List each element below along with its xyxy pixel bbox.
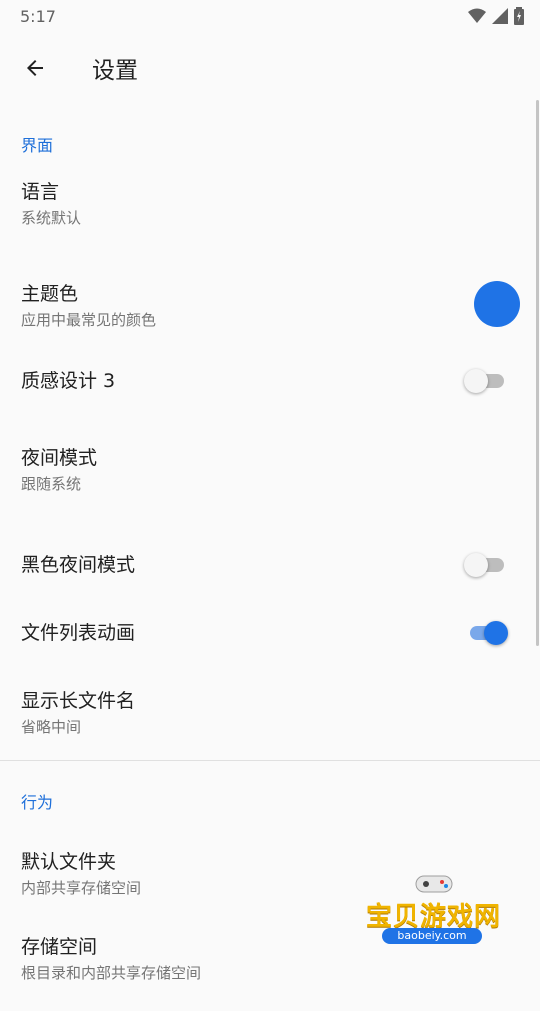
pref-title: 默认文件夹	[21, 850, 117, 873]
pref-title: 质感设计 3	[21, 369, 116, 392]
pref-summary: 省略中间	[21, 717, 82, 736]
gamepad-icon	[415, 875, 453, 893]
status-icons	[468, 7, 524, 25]
status-time: 5:17	[20, 6, 56, 26]
switch-thumb	[484, 621, 508, 645]
switch-thumb	[464, 369, 488, 393]
pref-title: 存储空间	[21, 935, 98, 958]
pref-summary: 跟随系统	[21, 474, 82, 493]
pref-title: 语言	[21, 180, 60, 203]
pref-file-list-animation[interactable]: 文件列表动画	[0, 598, 540, 660]
pref-title: 夜间模式	[21, 446, 98, 469]
watermark-url: baobeiy.com	[382, 928, 482, 944]
pref-title: 黑色夜间模式	[21, 553, 136, 576]
pref-theme-color[interactable]: 主题色 应用中最常见的颜色	[0, 264, 540, 358]
file-list-animation-switch[interactable]	[464, 621, 508, 645]
pref-material3[interactable]: 质感设计 3	[0, 358, 540, 428]
pref-black-night[interactable]: 黑色夜间模式	[0, 518, 540, 598]
pref-title: 文件列表动画	[21, 621, 136, 644]
page-title: 设置	[92, 58, 138, 84]
cellular-signal-icon	[492, 8, 508, 24]
theme-color-swatch	[474, 281, 520, 327]
app-bar: 设置	[0, 32, 540, 104]
watermark-logo: 宝贝游戏网 baobeiy.com	[366, 866, 506, 960]
pref-title: 主题色	[21, 282, 79, 305]
back-button[interactable]	[15, 48, 55, 88]
pref-summary: 应用中最常见的颜色	[21, 310, 157, 329]
arrow-back-icon	[27, 60, 43, 76]
pref-title: 显示长文件名	[21, 689, 136, 712]
battery-icon	[514, 7, 524, 25]
pref-language[interactable]: 语言 系统默认	[0, 181, 540, 264]
pref-summary: 内部共享存储空间	[21, 878, 142, 897]
pref-long-file-names[interactable]: 显示长文件名 省略中间	[0, 660, 540, 754]
switch-thumb	[464, 553, 488, 577]
pref-summary: 系统默认	[21, 208, 82, 227]
section-header-interface: 界面	[21, 136, 54, 155]
status-bar: 5:17	[0, 0, 540, 32]
pref-night-mode[interactable]: 夜间模式 跟随系统	[0, 428, 540, 518]
pref-summary: 根目录和内部共享存储空间	[21, 963, 202, 982]
wifi-icon	[468, 8, 486, 23]
material3-switch[interactable]	[464, 369, 508, 393]
section-header-behavior: 行为	[21, 793, 54, 812]
scrollbar[interactable]	[536, 100, 539, 646]
black-night-switch[interactable]	[464, 553, 508, 577]
